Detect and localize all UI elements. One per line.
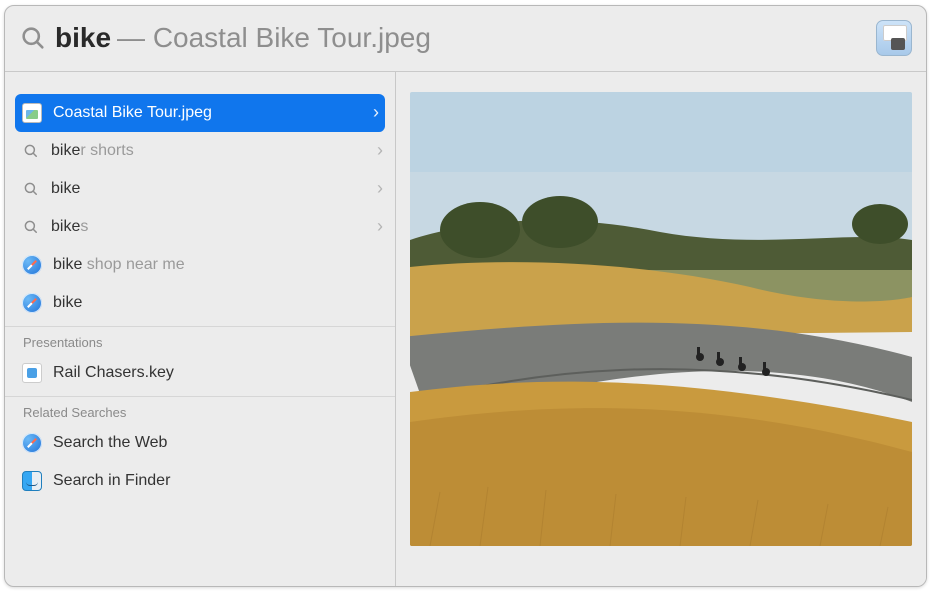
result-label: Coastal Bike Tour.jpeg xyxy=(53,104,369,122)
search-query-text: bike xyxy=(55,24,111,52)
magnify-icon xyxy=(21,179,41,199)
result-label: Rail Chasers.key xyxy=(53,364,383,382)
result-row-file[interactable]: Rail Chasers.key xyxy=(5,354,395,392)
result-label: bike xyxy=(53,294,383,312)
magnify-icon xyxy=(21,217,41,237)
preview-pane xyxy=(396,72,926,586)
file-jpeg-icon xyxy=(21,102,43,124)
chevron-right-icon: › xyxy=(377,140,383,161)
result-row-suggestion[interactable]: bikes › xyxy=(5,208,395,246)
chevron-right-icon: › xyxy=(373,102,379,123)
result-row-suggestion[interactable]: bike › xyxy=(5,170,395,208)
result-label: biker shorts xyxy=(51,142,373,160)
result-row-web[interactable]: bike xyxy=(5,284,395,322)
result-row-suggestion[interactable]: biker shorts › xyxy=(5,132,395,170)
spotlight-window: bike — Coastal Bike Tour.jpeg Coastal Bi… xyxy=(4,5,927,587)
result-row-search-web[interactable]: Search the Web xyxy=(5,424,395,462)
result-row-search-finder[interactable]: Search in Finder xyxy=(5,462,395,500)
preview-app-icon xyxy=(876,20,912,56)
result-label: Search the Web xyxy=(53,434,383,452)
safari-icon xyxy=(21,292,43,314)
result-label: Search in Finder xyxy=(53,472,383,490)
content-area: Coastal Bike Tour.jpeg › biker shorts › … xyxy=(5,72,926,586)
search-icon xyxy=(19,24,47,52)
safari-icon xyxy=(21,254,43,276)
result-label: bike xyxy=(51,180,373,198)
preview-image xyxy=(410,92,912,546)
result-row-file[interactable]: Coastal Bike Tour.jpeg › xyxy=(15,94,385,132)
finder-icon xyxy=(21,470,43,492)
section-header-related-searches: Related Searches xyxy=(5,396,395,424)
search-input[interactable]: bike — Coastal Bike Tour.jpeg xyxy=(55,24,876,52)
safari-icon xyxy=(21,432,43,454)
section-header-presentations: Presentations xyxy=(5,326,395,354)
results-sidebar: Coastal Bike Tour.jpeg › biker shorts › … xyxy=(5,72,396,586)
result-label: bikes xyxy=(51,218,373,236)
result-row-web[interactable]: bike shop near me xyxy=(5,246,395,284)
search-completion-text: — Coastal Bike Tour.jpeg xyxy=(117,24,431,52)
search-bar: bike — Coastal Bike Tour.jpeg xyxy=(5,6,926,72)
magnify-icon xyxy=(21,141,41,161)
result-label: bike shop near me xyxy=(53,256,383,274)
chevron-right-icon: › xyxy=(377,216,383,237)
chevron-right-icon: › xyxy=(377,178,383,199)
file-key-icon xyxy=(21,362,43,384)
